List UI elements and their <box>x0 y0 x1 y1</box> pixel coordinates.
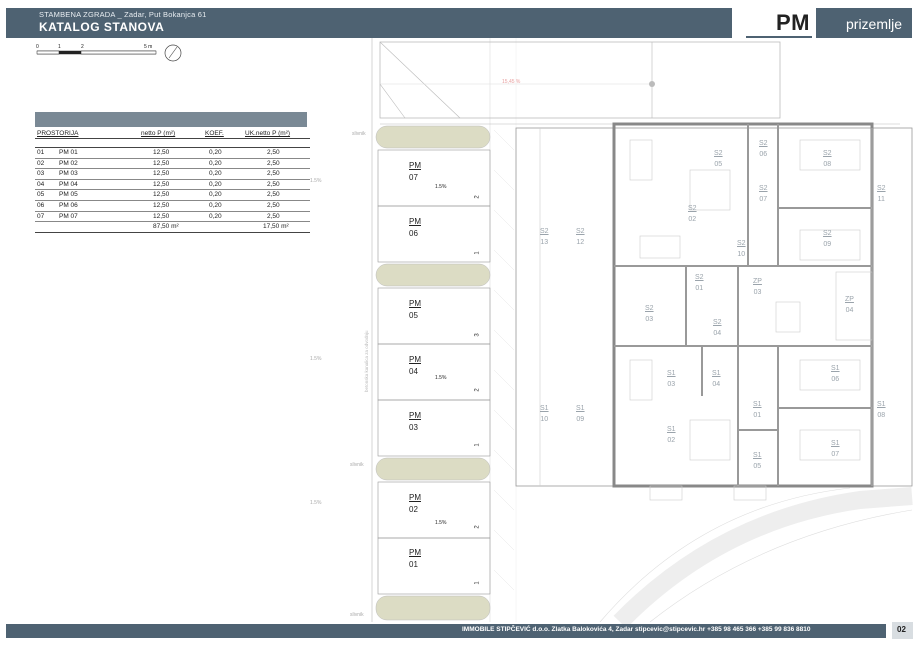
parking-pm01: PM 01 <box>409 548 421 569</box>
header-subtitle: STAMBENA ZGRADA _ Zadar, Put Bokanjca 61 <box>39 10 207 19</box>
ramp-slope: 15,45 % <box>502 79 521 85</box>
table-row: 07 PM 07 12,50 0,20 2,50 <box>35 212 310 223</box>
floor-plan <box>371 38 913 629</box>
room-label: S1 02 <box>667 426 676 444</box>
table-total-row: 87,50 m² 17,50 m² <box>35 222 310 233</box>
parking-pm04: PM 04 <box>409 355 421 376</box>
parking-slope: 1.5% <box>435 375 447 381</box>
room-label: S2 05 <box>714 150 723 168</box>
scale-label-2: 2 <box>81 44 84 50</box>
total-area: 87,50 m² <box>153 223 179 231</box>
room-label: S2 13 <box>540 228 549 246</box>
page-number: 02 <box>897 625 906 634</box>
room-label: S1 09 <box>576 405 585 423</box>
drain-label: slivnik <box>350 462 364 468</box>
green-strip <box>375 125 491 149</box>
room-label: ZP 03 <box>753 278 762 296</box>
parking-slope: 1.5% <box>435 520 447 526</box>
header-title: KATALOG STANOVA <box>39 20 165 34</box>
room-label: S1 06 <box>831 365 840 383</box>
table-row: 02 PM 02 12,50 0,20 2,50 <box>35 159 310 170</box>
room-label: S2 02 <box>688 205 697 223</box>
green-strip <box>375 263 491 287</box>
room-label: S2 12 <box>576 228 585 246</box>
parking-pm03: PM 03 <box>409 411 421 432</box>
drain-label: slivnik <box>350 612 364 618</box>
plan-code: PM <box>776 10 810 35</box>
scale-label-0: 0 <box>36 44 39 50</box>
room-label: S2 04 <box>713 319 722 337</box>
room-label: S2 11 <box>877 185 886 203</box>
parking-pm05: PM 05 <box>409 299 421 320</box>
parking-pm06: PM 06 <box>409 217 421 238</box>
room-label: S2 06 <box>759 140 768 158</box>
col-total: UK.netto P (m²) <box>245 130 291 137</box>
room-label: S1 07 <box>831 440 840 458</box>
green-strip <box>375 595 491 621</box>
table-row: 01 PM 01 12,50 0,20 2,50 <box>35 148 310 159</box>
room-label: S1 10 <box>540 405 549 423</box>
table-row: 04 PM 04 12,50 0,20 2,50 <box>35 180 310 191</box>
table-row: 06 PM 06 12,50 0,20 2,50 <box>35 201 310 212</box>
scale-label-1: 1 <box>58 44 61 50</box>
room-label: S2 01 <box>695 274 704 292</box>
room-label: S1 01 <box>753 401 762 419</box>
room-label: S2 08 <box>823 150 832 168</box>
room-label: S2 07 <box>759 185 768 203</box>
area-table: PROSTORIJA netto P (m²) KOEF. UK.netto P… <box>35 129 310 233</box>
col-room: PROSTORIJA <box>37 130 79 137</box>
parking-pm07: PM 07 <box>409 161 421 182</box>
table-row: 05 PM 05 12,50 0,20 2,50 <box>35 190 310 201</box>
room-label: S2 03 <box>645 305 654 323</box>
total-netto: 17,50 m² <box>263 223 289 231</box>
table-row: 03 PM 03 12,50 0,20 2,50 <box>35 169 310 180</box>
side-slope: 1.5% <box>310 500 322 506</box>
table-spacer <box>35 139 310 148</box>
scale-bar: 0 1 2 5 m <box>36 44 182 62</box>
room-label: S1 04 <box>712 370 721 388</box>
room-label: S2 09 <box>823 230 832 248</box>
side-slope: 1.5% <box>310 356 322 362</box>
canal-label: betonska kanalica za odvodnju <box>364 330 369 392</box>
drain-label: slivnik <box>352 131 366 137</box>
room-label: S1 03 <box>667 370 676 388</box>
green-strip <box>375 457 491 481</box>
room-label: S1 08 <box>877 401 886 419</box>
room-label: S2 10 <box>737 240 746 258</box>
room-label: ZP 04 <box>845 296 854 314</box>
floor-label: prizemlje <box>846 16 903 32</box>
scale-label-5: 5 m <box>144 44 152 50</box>
plan-code-underline <box>746 36 812 38</box>
side-slope: 1.5% <box>310 178 322 184</box>
col-koef: KOEF. <box>205 130 224 137</box>
table-header-row: PROSTORIJA netto P (m²) KOEF. UK.netto P… <box>35 129 310 139</box>
footer-contact: IMMOBILE STIPČEVIĆ d.o.o. Zlatka Balokov… <box>462 626 811 633</box>
parking-pm02: PM 02 <box>409 493 421 514</box>
table-header-band <box>35 112 307 127</box>
room-label: S1 05 <box>753 452 762 470</box>
parking-slope: 1.5% <box>435 184 447 190</box>
col-netto: netto P (m²) <box>141 130 176 137</box>
